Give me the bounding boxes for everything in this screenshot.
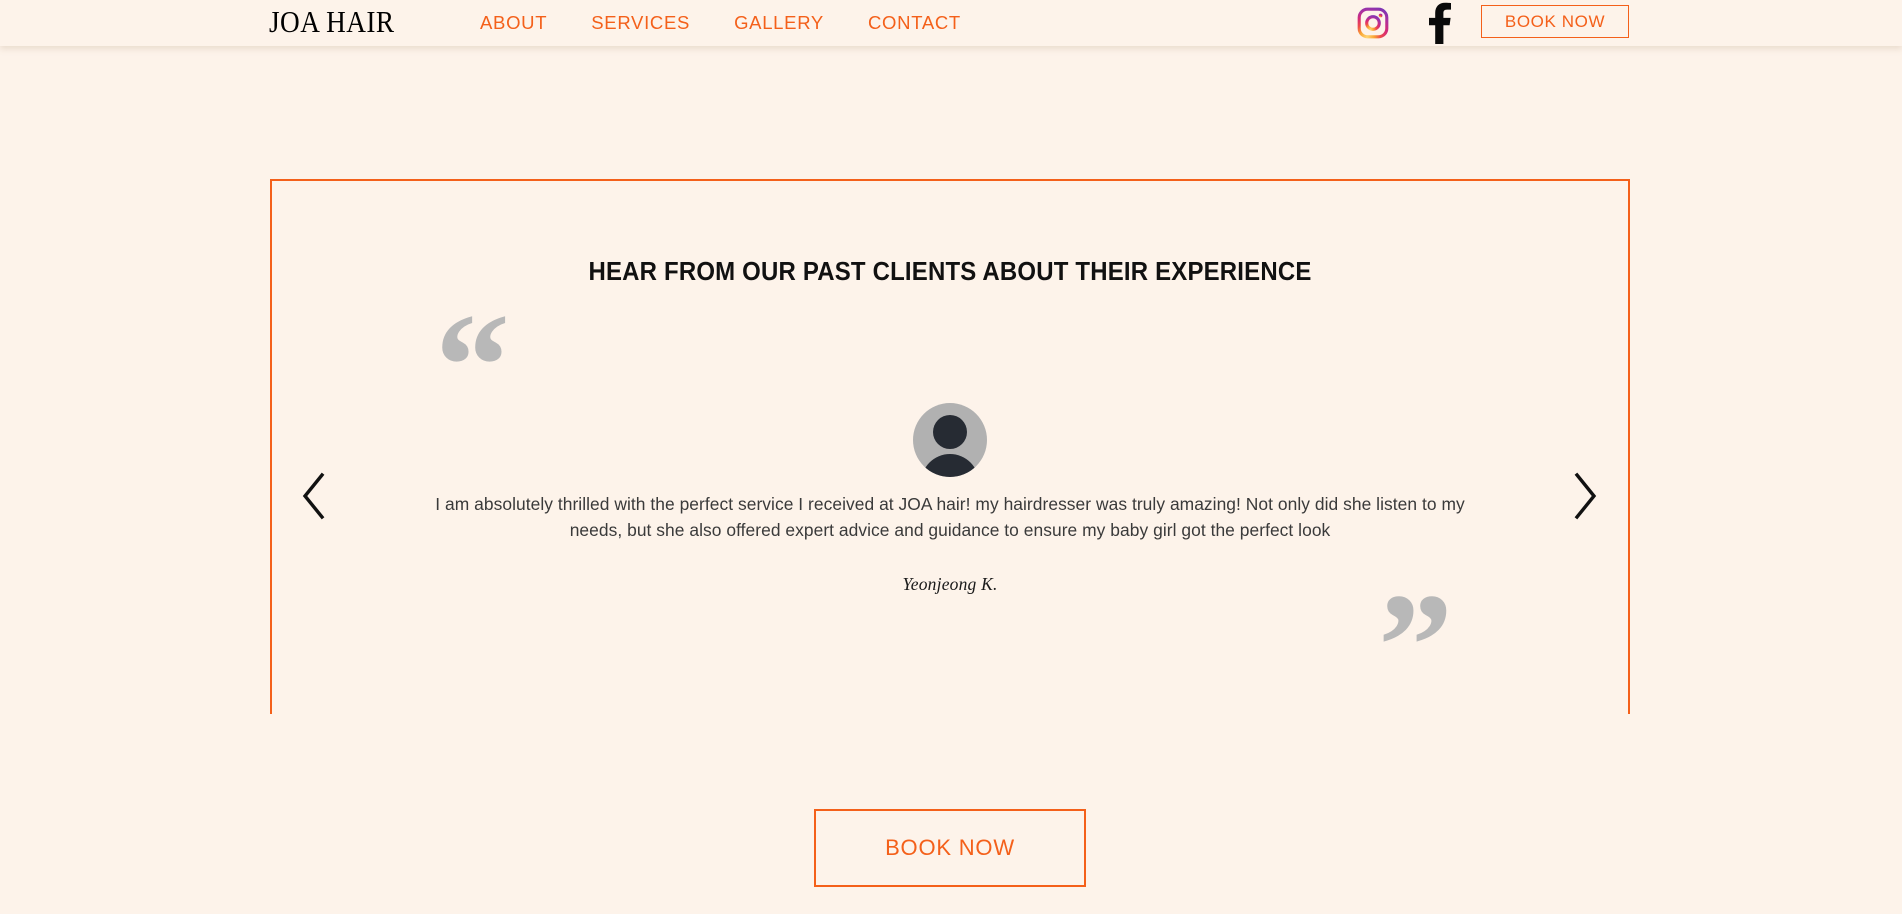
facebook-link[interactable] (1418, 0, 1462, 46)
avatar-head (933, 415, 967, 449)
header-book-now-button[interactable]: BOOK NOW (1481, 5, 1629, 38)
site-header: JOA HAIR ABOUT SERVICES GALLERY CONTACT (0, 0, 1902, 46)
brand-logo[interactable]: JOA HAIR (269, 2, 395, 42)
testimonial-text: I am absolutely thrilled with the perfec… (435, 494, 1465, 540)
instagram-icon[interactable] (1357, 7, 1389, 39)
book-now-button[interactable]: BOOK NOW (814, 809, 1086, 887)
header-inner: JOA HAIR ABOUT SERVICES GALLERY CONTACT (0, 0, 1902, 46)
avatar (913, 403, 987, 477)
facebook-icon[interactable] (1427, 2, 1453, 44)
quote-open-icon: “ (435, 283, 510, 449)
nav-link-gallery[interactable]: GALLERY (712, 0, 846, 46)
nav-link-services[interactable]: SERVICES (569, 0, 712, 46)
nav-link-about[interactable]: ABOUT (458, 0, 569, 46)
nav-link-contact[interactable]: CONTACT (846, 0, 983, 46)
instagram-link[interactable] (1351, 1, 1395, 45)
page-main: HEAR FROM OUR PAST CLIENTS ABOUT THEIR E… (0, 46, 1902, 914)
quote-close-icon: ” (1378, 563, 1453, 714)
avatar-body (921, 454, 979, 477)
testimonials-card: HEAR FROM OUR PAST CLIENTS ABOUT THEIR E… (270, 179, 1630, 714)
main-nav: ABOUT SERVICES GALLERY CONTACT (458, 0, 983, 46)
